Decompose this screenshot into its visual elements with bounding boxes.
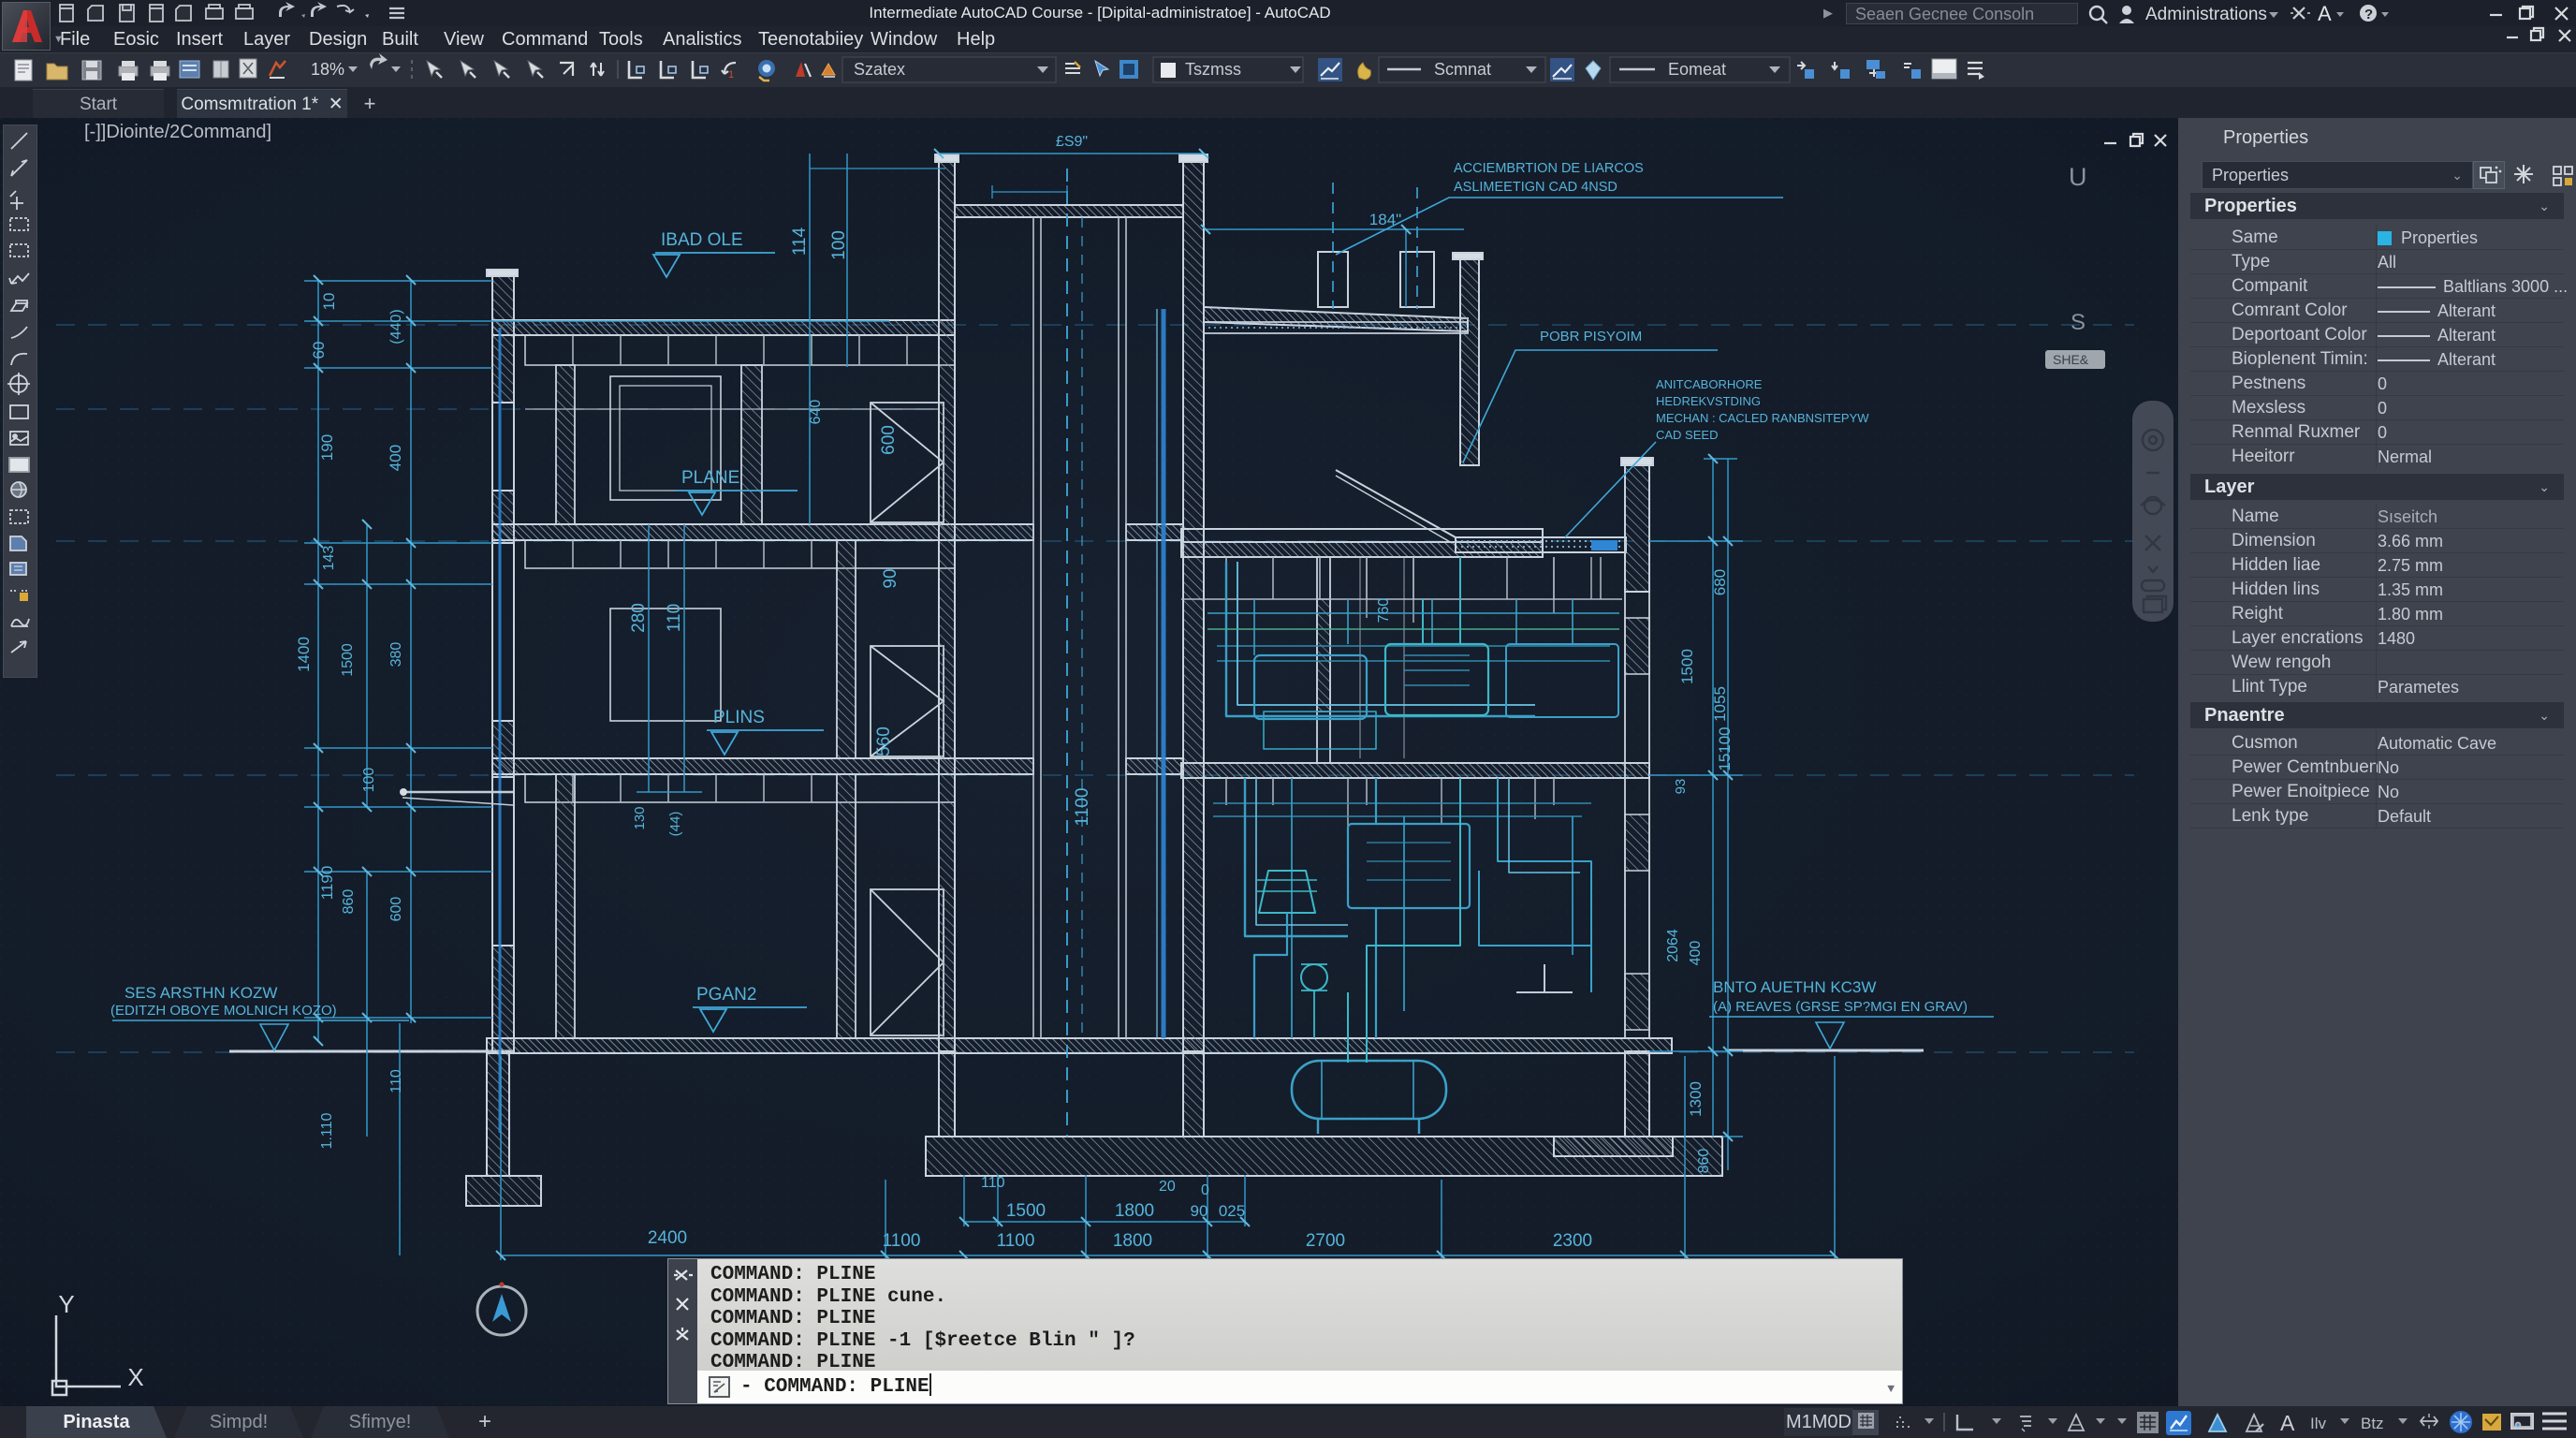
svg-text:110: 110 [388,1069,404,1093]
svg-text:1500: 1500 [1678,649,1696,684]
svg-text:18%: 18% [311,60,344,79]
svg-text:90: 90 [1191,1202,1208,1220]
svg-text:Ilv: Ilv [2310,1415,2327,1432]
svg-text:184": 184" [1369,211,1401,228]
svg-text:A: A [2318,4,2332,25]
svg-text:S: S [2071,310,2086,335]
svg-text:860: 860 [1696,1149,1712,1174]
svg-text:2300: 2300 [1553,1231,1592,1251]
svg-text:560: 560 [874,726,894,756]
svg-text:?: ? [2364,7,2373,22]
svg-text:£S9": £S9" [1056,134,1088,150]
svg-text:PLANE: PLANE [681,468,739,488]
svg-text:90: 90 [881,568,900,588]
svg-text:60: 60 [310,342,328,360]
svg-text:1500: 1500 [1006,1201,1046,1221]
svg-text:1190: 1190 [318,866,336,901]
svg-text:(EDITZH OBOYE MOLNICH KOZO): (EDITZH OBOYE MOLNICH KOZO) [110,1003,337,1019]
svg-text:280: 280 [629,603,649,633]
svg-text:ACCIEMBRTION DE LIARCOS: ACCIEMBRTION DE LIARCOS [1454,161,1644,176]
svg-text:640: 640 [808,400,824,425]
svg-text:1400: 1400 [295,637,313,672]
svg-text:1800: 1800 [1115,1201,1154,1221]
svg-text:PGAN2: PGAN2 [696,985,756,1005]
svg-text:X: X [127,1363,143,1391]
svg-text:SHE&: SHE& [2053,352,2089,367]
svg-text:110: 110 [665,604,684,632]
svg-text:20: 20 [1159,1179,1176,1195]
svg-text:680: 680 [1711,569,1729,595]
svg-text:110: 110 [981,1175,1005,1191]
svg-text:1: 1 [728,69,734,81]
svg-text:IBAD OLE: IBAD OLE [661,230,743,250]
svg-text:130: 130 [632,806,648,829]
svg-text:190: 190 [318,434,336,461]
svg-text:MECHAN : CACLED RANBNSITEPYW: MECHAN : CACLED RANBNSITEPYW [1656,411,1869,425]
svg-text:2700: 2700 [1306,1231,1345,1251]
svg-text:(44): (44) [667,812,683,837]
svg-text:Administrations: Administrations [2145,5,2267,24]
svg-text:1100: 1100 [883,1231,921,1251]
svg-text:HEDREKVSTDING: HEDREKVSTDING [1656,394,1761,408]
svg-text:ASLIMEETIGN CAD 4NSD: ASLIMEETIGN CAD 4NSD [1454,180,1617,195]
svg-text:100: 100 [361,768,377,793]
svg-text:2064: 2064 [1665,929,1681,962]
svg-text:Tszmss: Tszmss [1185,60,1241,79]
svg-text:15100: 15100 [1716,726,1734,770]
svg-text:Szatex: Szatex [854,60,905,79]
svg-text:U: U [2069,163,2087,191]
svg-text:PLINS: PLINS [713,708,765,727]
svg-text:1100: 1100 [1073,788,1092,827]
svg-text:POBR PISYOIM: POBR PISYOIM [1540,329,1642,345]
svg-text:860: 860 [341,889,357,915]
svg-text:1055: 1055 [1711,686,1729,722]
svg-text:1.110: 1.110 [319,1112,335,1149]
svg-text:A: A [2280,1411,2295,1435]
svg-text:2400: 2400 [648,1228,687,1248]
svg-text:93: 93 [1673,779,1689,795]
svg-text:BNTO AUETHN KC3W: BNTO AUETHN KC3W [1713,978,1876,996]
svg-text:760: 760 [1376,598,1392,624]
svg-text:[-]]Diointe/2Command]: [-]]Diointe/2Command] [84,122,271,142]
svg-text:380: 380 [388,642,404,668]
svg-text:0: 0 [1201,1182,1209,1198]
svg-text:600: 600 [879,425,899,455]
svg-text:400: 400 [387,445,404,471]
svg-text:143: 143 [321,546,337,571]
svg-text:SES ARSTHN KOZW: SES ARSTHN KOZW [124,984,277,1002]
svg-text:Scmnat: Scmnat [1434,60,1491,79]
svg-text:(A) REAVES (GRSE SP?MGI EN GRA: (A) REAVES (GRSE SP?MGI EN GRAV) [1713,999,1968,1015]
svg-text:(440): (440) [388,309,404,344]
svg-text:Btz: Btz [2361,1415,2384,1432]
svg-text:1100: 1100 [997,1231,1035,1251]
svg-text:Y: Y [58,1290,74,1318]
svg-text:10: 10 [320,293,338,311]
svg-text:CAD SEED: CAD SEED [1656,428,1718,442]
svg-text:400: 400 [1688,941,1704,966]
svg-text:600: 600 [388,897,404,922]
svg-text:114: 114 [790,227,810,256]
svg-text:025: 025 [1219,1202,1245,1220]
svg-text:1300: 1300 [1687,1081,1705,1117]
svg-text:100: 100 [829,230,849,260]
svg-text:1800: 1800 [1113,1231,1152,1251]
svg-text:ANITCABORHORE: ANITCABORHORE [1656,377,1763,391]
svg-text:1500: 1500 [340,643,356,677]
svg-text:Eomeat: Eomeat [1668,60,1726,79]
